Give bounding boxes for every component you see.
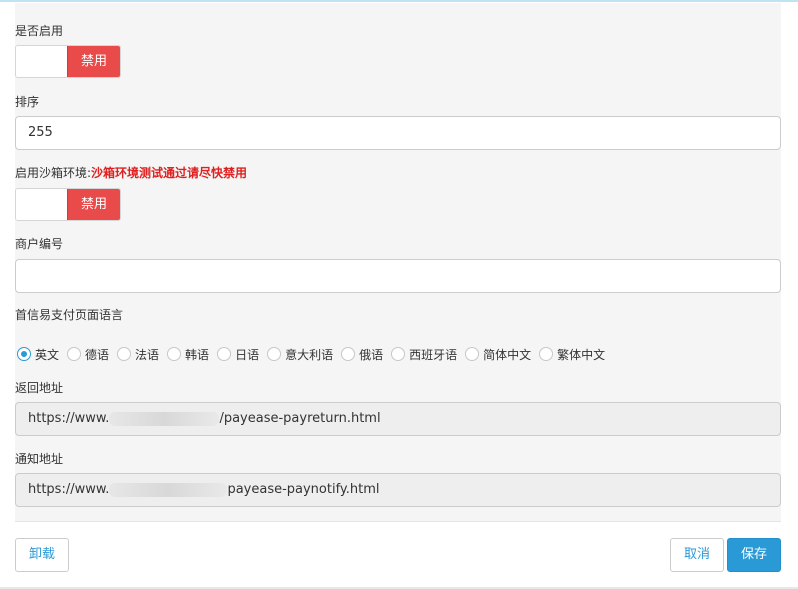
notify-url-suffix: payease-paynotify.html [227, 482, 380, 497]
sort-input[interactable]: 255 [15, 116, 781, 150]
top-border [0, 0, 798, 2]
language-option[interactable]: 简体中文 [465, 346, 531, 363]
enable-toggle[interactable]: 禁用 [15, 45, 121, 78]
language-option[interactable]: 德语 [67, 346, 109, 363]
sandbox-label: 启用沙箱环境:沙箱环境测试通过请尽快禁用 [15, 165, 247, 181]
sandbox-toggle[interactable]: 禁用 [15, 188, 121, 221]
language-label: 首信易支付页面语言 [15, 308, 124, 322]
language-radio-group: 英文 德语 法语 韩语 日语 意大利语 俄语 西班牙语 简体中文 繁体中文 [17, 345, 613, 363]
notify-url-input[interactable]: https://www. payease-paynotify.html [15, 473, 781, 507]
language-option[interactable]: 繁体中文 [539, 346, 605, 363]
return-url-prefix: https://www. [28, 411, 110, 426]
radio-icon[interactable] [167, 347, 182, 361]
enable-label: 是否启用 [15, 24, 64, 38]
toggle-knob [16, 189, 69, 220]
uninstall-button[interactable]: 卸载 [15, 538, 69, 572]
return-url-label: 返回地址 [15, 381, 64, 395]
radio-icon[interactable] [67, 347, 82, 361]
language-option[interactable]: 西班牙语 [391, 346, 457, 363]
form-footer: 卸载 取消 保存 [15, 521, 781, 581]
language-option[interactable]: 韩语 [167, 346, 209, 363]
sort-label: 排序 [15, 95, 40, 109]
radio-icon[interactable] [267, 347, 282, 361]
save-button[interactable]: 保存 [727, 538, 781, 572]
redacted-blur [109, 411, 220, 426]
radio-icon[interactable] [341, 347, 356, 361]
radio-checked-icon[interactable] [17, 347, 31, 361]
merchant-label: 商户编号 [15, 237, 64, 251]
notify-url-prefix: https://www. [28, 482, 110, 497]
language-option[interactable]: 日语 [217, 346, 259, 363]
merchant-input[interactable] [15, 259, 781, 293]
cancel-button[interactable]: 取消 [670, 538, 724, 572]
language-option[interactable]: 意大利语 [267, 346, 333, 363]
radio-icon[interactable] [391, 347, 406, 361]
radio-icon[interactable] [539, 347, 554, 361]
enable-toggle-state: 禁用 [67, 46, 120, 77]
sandbox-toggle-state: 禁用 [67, 189, 120, 220]
radio-icon[interactable] [465, 347, 480, 361]
redacted-blur [109, 482, 228, 497]
sandbox-label-text: 启用沙箱环境: [15, 166, 92, 180]
notify-url-label: 通知地址 [15, 452, 64, 466]
language-option[interactable]: 法语 [117, 346, 159, 363]
language-option[interactable]: 英文 [17, 346, 59, 363]
toggle-knob [16, 46, 69, 77]
return-url-input[interactable]: https://www. /payease-payreturn.html [15, 402, 781, 436]
return-url-suffix: /payease-payreturn.html [219, 411, 381, 426]
radio-icon[interactable] [217, 347, 232, 361]
radio-icon[interactable] [117, 347, 132, 361]
language-option[interactable]: 俄语 [341, 346, 383, 363]
sandbox-warning: 沙箱环境测试通过请尽快禁用 [91, 166, 248, 180]
